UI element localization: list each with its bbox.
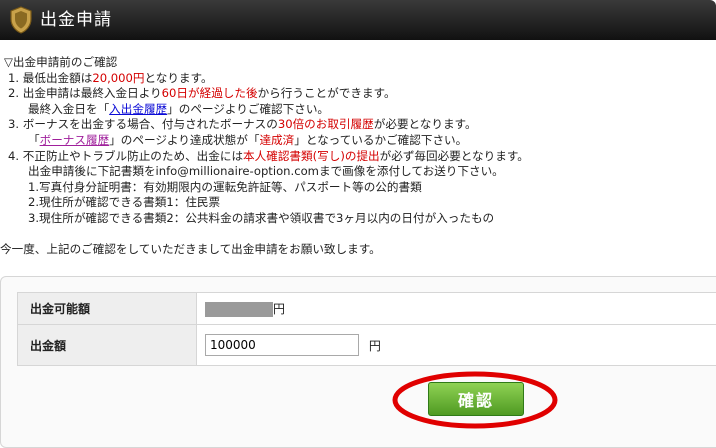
withdrawal-amount-label: 出金額 [18, 325, 197, 366]
pre-withdrawal-notice: ▽出金申請前のご確認 1. 最低出金額は20,000円となります。 2. 出金申… [4, 55, 712, 227]
notice-heading: ▽出金申請前のご確認 [4, 55, 712, 71]
notice-item-3: 3. ボーナスを出金する場合、付与されたボーナスの30倍のお取引履歴が必要となり… [4, 117, 712, 133]
notice-item-3-detail: 「ボーナス履歴」のページより達成状態が「達成済」となっているかご確認下さい。 [4, 133, 712, 149]
bonus-requirement: 30倍のお取引履歴 [278, 117, 374, 131]
page-title: 出金申請 [40, 8, 112, 32]
notice-item-4-detail-1: 出金申請後に下記書類をinfo@millionaire-option.comまで… [4, 164, 712, 180]
minimum-amount: 20,000円 [92, 71, 144, 85]
notice-item-2-detail: 最終入金日を「入出金履歴」のページよりご確認下さい。 [4, 102, 712, 118]
notice-item-4-detail-2: 1.写真付身分証明書：有効期限内の運転免許証等、パスポート等の公的書類 [4, 180, 712, 196]
id-document-requirement: 本人確認書類(写し)の提出 [243, 149, 380, 163]
available-amount-unit: 円 [273, 302, 285, 316]
withdrawal-amount-unit: 円 [369, 339, 381, 353]
bonus-history-link[interactable]: ボーナス履歴 [40, 133, 110, 147]
page-header: 出金申請 [0, 0, 716, 40]
final-note: 今一度、上記のご確認をしていただきまして出金申請をお願い致します。 [0, 242, 381, 257]
notice-item-4: 4. 不正防止やトラブル防止のため、出金には本人確認書類(写し)の提出が必ず毎回… [4, 149, 712, 165]
withdrawal-form-table: 出金可能額 円 出金額 円 [17, 292, 716, 366]
shield-icon [10, 6, 32, 34]
withdrawal-amount-row: 出金額 円 [18, 325, 716, 366]
withdrawal-amount-input[interactable] [205, 334, 359, 356]
available-amount-row: 出金可能額 円 [18, 293, 716, 325]
waiting-period: 60日が経過した後 [162, 86, 258, 100]
notice-item-1: 1. 最低出金額は20,000円となります。 [4, 71, 712, 87]
notice-item-4-detail-4: 3.現住所が確認できる書類2：公共料金の請求書や領収書で3ヶ月以内の日付が入った… [4, 211, 712, 227]
available-amount-masked [205, 302, 273, 317]
achieved-status: 達成済 [259, 133, 294, 147]
notice-item-2: 2. 出金申請は最終入金日より60日が経過した後から行うことができます。 [4, 86, 712, 102]
notice-item-4-detail-3: 2.現住所が確認できる書類1：住民票 [4, 195, 712, 211]
confirm-button[interactable]: 確認 [428, 382, 524, 416]
available-amount-label: 出金可能額 [18, 293, 197, 325]
deposit-withdrawal-history-link[interactable]: 入出金履歴 [109, 102, 167, 116]
